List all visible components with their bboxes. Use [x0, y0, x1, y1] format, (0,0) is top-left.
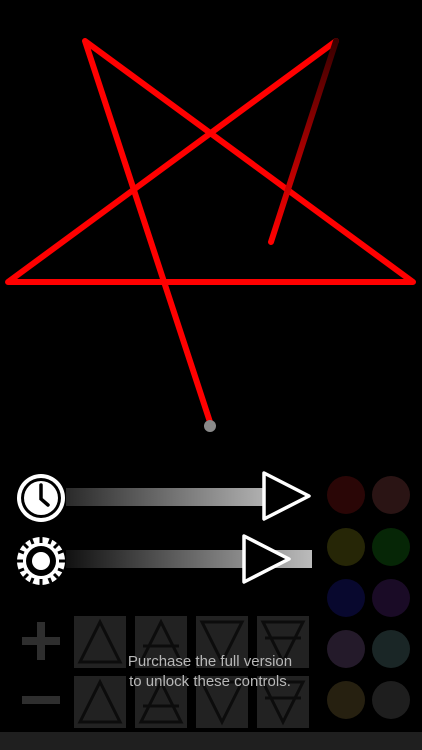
- bottom-bar: [0, 732, 422, 750]
- pentagram-canvas[interactable]: [0, 0, 422, 450]
- swatch-blue[interactable]: [327, 579, 365, 617]
- swatch-yellow[interactable]: [327, 528, 365, 566]
- upgrade-notice-line2: to unlock these controls.: [129, 673, 291, 690]
- swatch-teal[interactable]: [372, 630, 410, 668]
- speed-slider-thumb[interactable]: [260, 470, 312, 522]
- upgrade-notice-line1: Purchase the full version: [127, 653, 293, 670]
- swatch-gray[interactable]: [372, 681, 410, 719]
- swatch-red[interactable]: [327, 476, 365, 514]
- plus-icon[interactable]: [20, 620, 62, 662]
- origin-dot: [204, 420, 216, 432]
- pentagram-star: [5, 38, 416, 425]
- pentagram-stroke: [5, 38, 416, 425]
- play-triangle-icon: [242, 534, 291, 584]
- swatch-rose[interactable]: [372, 476, 410, 514]
- swatch-green[interactable]: [372, 528, 410, 566]
- upgrade-notice: Purchase the full version to unlock thes…: [60, 652, 360, 692]
- swatch-purple[interactable]: [372, 579, 410, 617]
- speed-slider[interactable]: [66, 488, 264, 506]
- brightness-slider-thumb[interactable]: [240, 533, 292, 585]
- pentagram-fading-stroke: [268, 38, 339, 245]
- minus-icon[interactable]: [20, 690, 62, 710]
- clock-icon[interactable]: [15, 472, 67, 524]
- play-triangle-icon: [262, 471, 311, 521]
- brightness-icon[interactable]: [15, 535, 67, 587]
